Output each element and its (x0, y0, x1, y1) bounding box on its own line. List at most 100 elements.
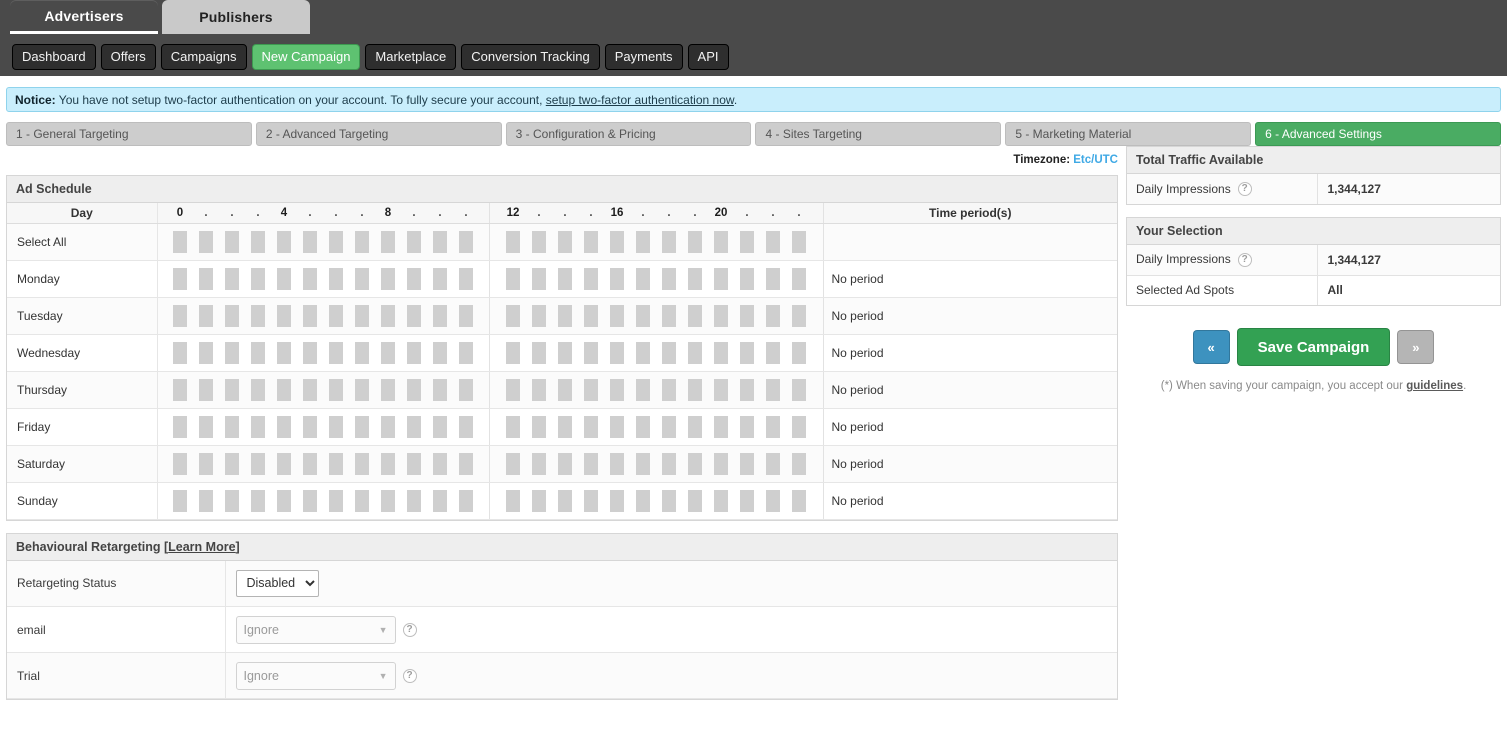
hour-cell-13[interactable] (532, 231, 546, 253)
hour-cell-21[interactable] (740, 342, 754, 364)
hour-cell-10[interactable] (433, 490, 447, 512)
hour-cell-5[interactable] (303, 490, 317, 512)
nav-item-conversion-tracking[interactable]: Conversion Tracking (461, 44, 600, 70)
hour-cell-4[interactable] (277, 416, 291, 438)
nav-item-dashboard[interactable]: Dashboard (12, 44, 96, 70)
hour-cell-20[interactable] (714, 490, 728, 512)
hour-cell-0[interactable] (173, 453, 187, 475)
hour-cell-7[interactable] (355, 379, 369, 401)
hour-cell-2[interactable] (225, 231, 239, 253)
timezone-value-link[interactable]: Etc/UTC (1073, 154, 1118, 166)
hour-cell-10[interactable] (433, 231, 447, 253)
hour-cell-6[interactable] (329, 305, 343, 327)
hour-cell-17[interactable] (636, 379, 650, 401)
hour-cell-4[interactable] (277, 342, 291, 364)
nav-item-campaigns[interactable]: Campaigns (161, 44, 247, 70)
hour-cell-1[interactable] (199, 379, 213, 401)
hour-cell-2[interactable] (225, 342, 239, 364)
hour-cell-17[interactable] (636, 268, 650, 290)
hour-cell-2[interactable] (225, 490, 239, 512)
hour-cell-17[interactable] (636, 453, 650, 475)
hour-cell-18[interactable] (662, 490, 676, 512)
hour-cell-11[interactable] (459, 379, 473, 401)
hour-cell-12[interactable] (506, 231, 520, 253)
hour-cell-3[interactable] (251, 231, 265, 253)
hour-cell-22[interactable] (766, 268, 780, 290)
hour-cell-22[interactable] (766, 342, 780, 364)
hour-cell-9[interactable] (407, 231, 421, 253)
hour-cell-19[interactable] (688, 342, 702, 364)
hour-cell-2[interactable] (225, 268, 239, 290)
hour-cell-23[interactable] (792, 342, 806, 364)
hour-cell-19[interactable] (688, 453, 702, 475)
hour-cell-12[interactable] (506, 379, 520, 401)
hour-cell-20[interactable] (714, 416, 728, 438)
hour-cell-5[interactable] (303, 453, 317, 475)
hour-cell-8[interactable] (381, 416, 395, 438)
hour-cell-0[interactable] (173, 490, 187, 512)
hour-cell-0[interactable] (173, 268, 187, 290)
hour-cell-11[interactable] (459, 342, 473, 364)
hour-cell-18[interactable] (662, 453, 676, 475)
hour-cell-16[interactable] (610, 305, 624, 327)
hour-cell-19[interactable] (688, 416, 702, 438)
hour-cell-8[interactable] (381, 231, 395, 253)
hour-cell-20[interactable] (714, 231, 728, 253)
hour-cell-14[interactable] (558, 490, 572, 512)
schedule-day-select-all[interactable]: Select All (7, 223, 157, 260)
hour-cell-8[interactable] (381, 342, 395, 364)
hour-cell-9[interactable] (407, 490, 421, 512)
hour-cell-8[interactable] (381, 305, 395, 327)
hour-cell-2[interactable] (225, 305, 239, 327)
hour-cell-22[interactable] (766, 231, 780, 253)
hour-cell-15[interactable] (584, 379, 598, 401)
hour-cell-22[interactable] (766, 416, 780, 438)
hour-cell-21[interactable] (740, 416, 754, 438)
hour-cell-9[interactable] (407, 305, 421, 327)
hour-cell-21[interactable] (740, 453, 754, 475)
hour-cell-5[interactable] (303, 305, 317, 327)
step-5-marketing-material[interactable]: 5 - Marketing Material (1005, 122, 1251, 146)
hour-cell-10[interactable] (433, 305, 447, 327)
hour-cell-19[interactable] (688, 379, 702, 401)
hour-cell-14[interactable] (558, 342, 572, 364)
hour-cell-6[interactable] (329, 379, 343, 401)
tab-publishers[interactable]: Publishers (162, 0, 310, 34)
question-icon[interactable]: ? (403, 669, 417, 683)
hour-cell-9[interactable] (407, 416, 421, 438)
hour-cell-16[interactable] (610, 342, 624, 364)
hour-cell-10[interactable] (433, 416, 447, 438)
nav-item-payments[interactable]: Payments (605, 44, 683, 70)
hour-cell-9[interactable] (407, 268, 421, 290)
two-factor-setup-link[interactable]: setup two-factor authentication now (546, 93, 734, 107)
hour-cell-6[interactable] (329, 268, 343, 290)
nav-item-marketplace[interactable]: Marketplace (365, 44, 456, 70)
nav-item-new-campaign[interactable]: New Campaign (252, 44, 361, 70)
hour-cell-17[interactable] (636, 231, 650, 253)
hour-cell-7[interactable] (355, 305, 369, 327)
question-icon[interactable]: ? (403, 623, 417, 637)
hour-cell-8[interactable] (381, 453, 395, 475)
hour-cell-9[interactable] (407, 342, 421, 364)
hour-cell-1[interactable] (199, 231, 213, 253)
hour-cell-13[interactable] (532, 453, 546, 475)
hour-cell-6[interactable] (329, 490, 343, 512)
hour-cell-3[interactable] (251, 305, 265, 327)
hour-cell-16[interactable] (610, 268, 624, 290)
hour-cell-1[interactable] (199, 490, 213, 512)
nav-item-offers[interactable]: Offers (101, 44, 156, 70)
hour-cell-20[interactable] (714, 342, 728, 364)
hour-cell-7[interactable] (355, 342, 369, 364)
hour-cell-15[interactable] (584, 305, 598, 327)
hour-cell-18[interactable] (662, 416, 676, 438)
hour-cell-14[interactable] (558, 453, 572, 475)
hour-cell-23[interactable] (792, 379, 806, 401)
step-6-advanced-settings[interactable]: 6 - Advanced Settings (1255, 122, 1501, 146)
hour-cell-5[interactable] (303, 342, 317, 364)
hour-cell-7[interactable] (355, 231, 369, 253)
guidelines-link[interactable]: guidelines (1406, 380, 1463, 392)
hour-cell-8[interactable] (381, 490, 395, 512)
hour-cell-19[interactable] (688, 268, 702, 290)
hour-cell-12[interactable] (506, 490, 520, 512)
hour-cell-15[interactable] (584, 490, 598, 512)
